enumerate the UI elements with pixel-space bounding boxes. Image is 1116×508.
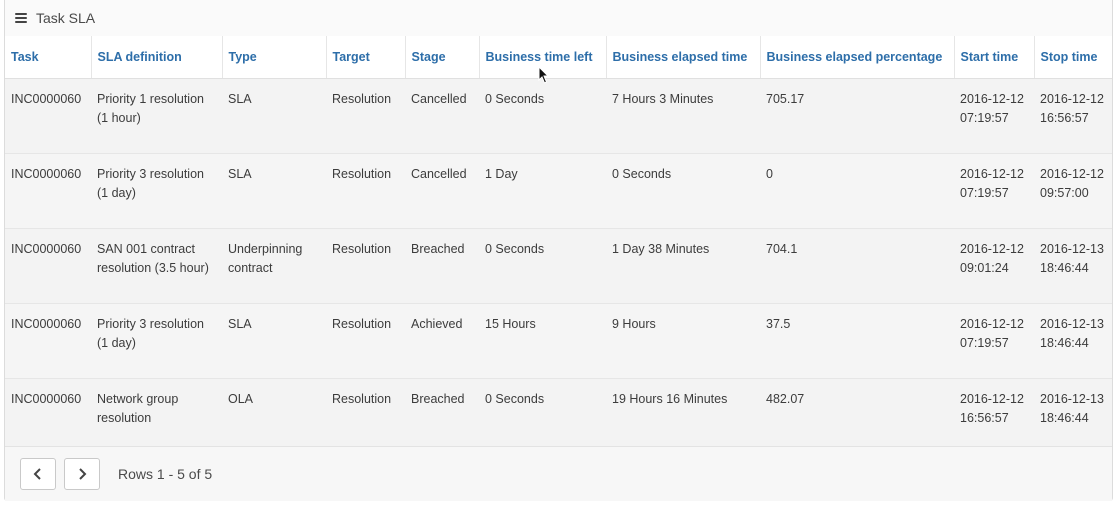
table-cell: INC0000060 [5, 378, 91, 454]
table-cell: 2016-12-12 07:19:57 [954, 303, 1034, 379]
table-cell: Priority 3 resolution (1 day) [91, 303, 222, 379]
table-cell: 19 Hours 16 Minutes [606, 378, 760, 454]
table-cell: INC0000060 [5, 78, 91, 154]
table-cell: 0 [760, 153, 954, 229]
column-header-task[interactable]: Task [5, 36, 92, 79]
sla-table: Task SLA definition Type Target Stage Busines… [5, 36, 1112, 454]
table-cell: SLA [222, 303, 326, 379]
table-cell: Network group resolution [91, 378, 222, 454]
table-row[interactable]: INC0000060 Priority 3 resolution (1 day) S… [5, 153, 1112, 229]
mouse-cursor-icon [538, 66, 550, 84]
table-cell: 1 Day 38 Minutes [606, 228, 760, 304]
rows-count-label: Rows 1 - 5 of 5 [118, 466, 213, 482]
table-cell: Achieved [405, 303, 479, 379]
column-header-type[interactable]: Type [222, 36, 327, 79]
table-cell: Resolution [326, 153, 405, 229]
table-cell: Breached [405, 378, 479, 454]
table-cell: 2016-12-12 07:19:57 [954, 78, 1034, 154]
chevron-left-icon [33, 468, 41, 480]
table-cell: 0 Seconds [479, 378, 606, 454]
pagination-bar: Rows 1 - 5 of 5 [5, 446, 1112, 501]
table-cell: 2016-12-13 18:46:44 [1034, 228, 1112, 304]
table-cell: Priority 3 resolution (1 day) [91, 153, 222, 229]
task-sla-panel: Task SLA Task SLA definition Type Target Sta… [4, 0, 1113, 501]
table-cell: Resolution [326, 78, 405, 154]
table-cell: SAN 001 contract resolution (3.5 hour) [91, 228, 222, 304]
table-cell: 2016-12-12 09:57:00 [1034, 153, 1112, 229]
table-cell: 2016-12-12 16:56:57 [1034, 78, 1112, 154]
table-cell: 0 Seconds [479, 228, 606, 304]
panel-header: Task SLA [5, 0, 1112, 36]
table-cell: Underpinning contract [222, 228, 326, 304]
table-cell: SLA [222, 153, 326, 229]
column-header-business-elapsed-percentage[interactable]: Business elapsed percentage [760, 36, 955, 79]
table-row[interactable]: INC0000060 Priority 3 resolution (1 day) S… [5, 303, 1112, 379]
table-cell: 0 Seconds [479, 78, 606, 154]
hamburger-menu-icon[interactable] [15, 13, 27, 23]
table-cell: 7 Hours 3 Minutes [606, 78, 760, 154]
table-cell: 2016-12-13 18:46:44 [1034, 303, 1112, 379]
column-header-sla-definition[interactable]: SLA definition [91, 36, 223, 79]
next-page-button[interactable] [64, 458, 100, 490]
table-cell: Cancelled [405, 153, 479, 229]
table-body: INC0000060 Priority 1 resolution (1 hour)… [5, 78, 1112, 454]
table-cell: 1 Day [479, 153, 606, 229]
chevron-right-icon [79, 468, 87, 480]
table-row[interactable]: INC0000060 Priority 1 resolution (1 hour)… [5, 78, 1112, 154]
table-cell: OLA [222, 378, 326, 454]
table-cell: Cancelled [405, 78, 479, 154]
table-cell: 0 Seconds [606, 153, 760, 229]
column-header-stop-time[interactable]: Stop time [1034, 36, 1112, 79]
column-header-stage[interactable]: Stage [405, 36, 480, 79]
previous-page-button[interactable] [20, 458, 56, 490]
table-cell: INC0000060 [5, 303, 91, 379]
table-cell: 2016-12-12 09:01:24 [954, 228, 1034, 304]
table-row[interactable]: INC0000060 SAN 001 contract resolution (3… [5, 228, 1112, 304]
table-cell: 2016-12-12 07:19:57 [954, 153, 1034, 229]
table-cell: 482.07 [760, 378, 954, 454]
table-cell: Resolution [326, 228, 405, 304]
column-header-start-time[interactable]: Start time [954, 36, 1035, 79]
table-cell: 15 Hours [479, 303, 606, 379]
table-cell: 704.1 [760, 228, 954, 304]
table-cell: 705.17 [760, 78, 954, 154]
column-header-target[interactable]: Target [326, 36, 406, 79]
table-header-row: Task SLA definition Type Target Stage Busines… [5, 36, 1112, 79]
table-cell: Priority 1 resolution (1 hour) [91, 78, 222, 154]
table-cell: 2016-12-12 16:56:57 [954, 378, 1034, 454]
panel-title: Task SLA [36, 10, 96, 26]
table-cell: INC0000060 [5, 153, 91, 229]
table-cell: 2016-12-13 18:46:44 [1034, 378, 1112, 454]
table-cell: Resolution [326, 303, 405, 379]
column-header-business-elapsed-time[interactable]: Business elapsed time [606, 36, 761, 79]
table-cell: INC0000060 [5, 228, 91, 304]
table-cell: 9 Hours [606, 303, 760, 379]
table-row[interactable]: INC0000060 Network group resolution OLA Res… [5, 378, 1112, 454]
table-cell: Breached [405, 228, 479, 304]
table-cell: SLA [222, 78, 326, 154]
table-cell: Resolution [326, 378, 405, 454]
table-cell: 37.5 [760, 303, 954, 379]
